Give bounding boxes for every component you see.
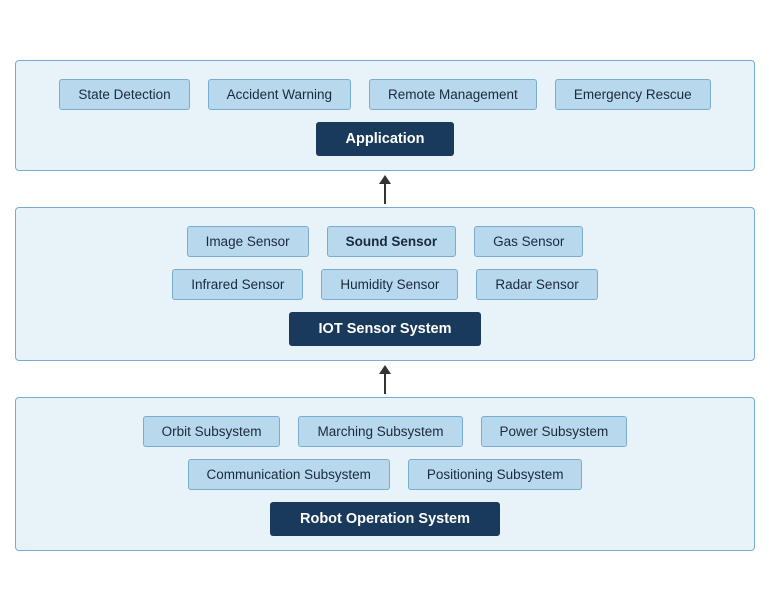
accident-warning-box: Accident Warning <box>208 79 351 110</box>
arrow-line-1 <box>384 184 386 204</box>
robot-tier-row1: Orbit Subsystem Marching Subsystem Power… <box>143 416 628 447</box>
architecture-diagram: State Detection Accident Warning Remote … <box>15 60 755 551</box>
robot-tier-row2: Communication Subsystem Positioning Subs… <box>188 459 583 490</box>
arrow-line-2 <box>384 374 386 394</box>
arrow-head-1 <box>379 175 391 184</box>
communication-subsystem-box: Communication Subsystem <box>188 459 390 490</box>
image-sensor-box: Image Sensor <box>187 226 309 257</box>
sensor-tier-row2: Infrared Sensor Humidity Sensor Radar Se… <box>172 269 597 300</box>
emergency-rescue-box: Emergency Rescue <box>555 79 711 110</box>
sound-sensor-box: Sound Sensor <box>327 226 457 257</box>
application-tier: State Detection Accident Warning Remote … <box>15 60 755 171</box>
radar-sensor-box: Radar Sensor <box>476 269 597 300</box>
orbit-subsystem-box: Orbit Subsystem <box>143 416 281 447</box>
gas-sensor-box: Gas Sensor <box>474 226 583 257</box>
sensor-tier-row1: Image Sensor Sound Sensor Gas Sensor <box>187 226 584 257</box>
marching-subsystem-box: Marching Subsystem <box>298 416 462 447</box>
arrow-head-2 <box>379 365 391 374</box>
arrow-app-to-sensor <box>379 171 391 207</box>
state-detection-box: State Detection <box>59 79 189 110</box>
infrared-sensor-box: Infrared Sensor <box>172 269 303 300</box>
arrow-sensor-to-robot <box>379 361 391 397</box>
humidity-sensor-box: Humidity Sensor <box>321 269 458 300</box>
application-main-box: Application <box>316 122 455 156</box>
application-tier-row1: State Detection Accident Warning Remote … <box>59 79 710 110</box>
iot-sensor-main-box: IOT Sensor System <box>289 312 482 346</box>
power-subsystem-box: Power Subsystem <box>481 416 628 447</box>
robot-tier: Orbit Subsystem Marching Subsystem Power… <box>15 397 755 551</box>
robot-main-box: Robot Operation System <box>270 502 500 536</box>
remote-management-box: Remote Management <box>369 79 537 110</box>
positioning-subsystem-box: Positioning Subsystem <box>408 459 583 490</box>
sensor-tier: Image Sensor Sound Sensor Gas Sensor Inf… <box>15 207 755 361</box>
